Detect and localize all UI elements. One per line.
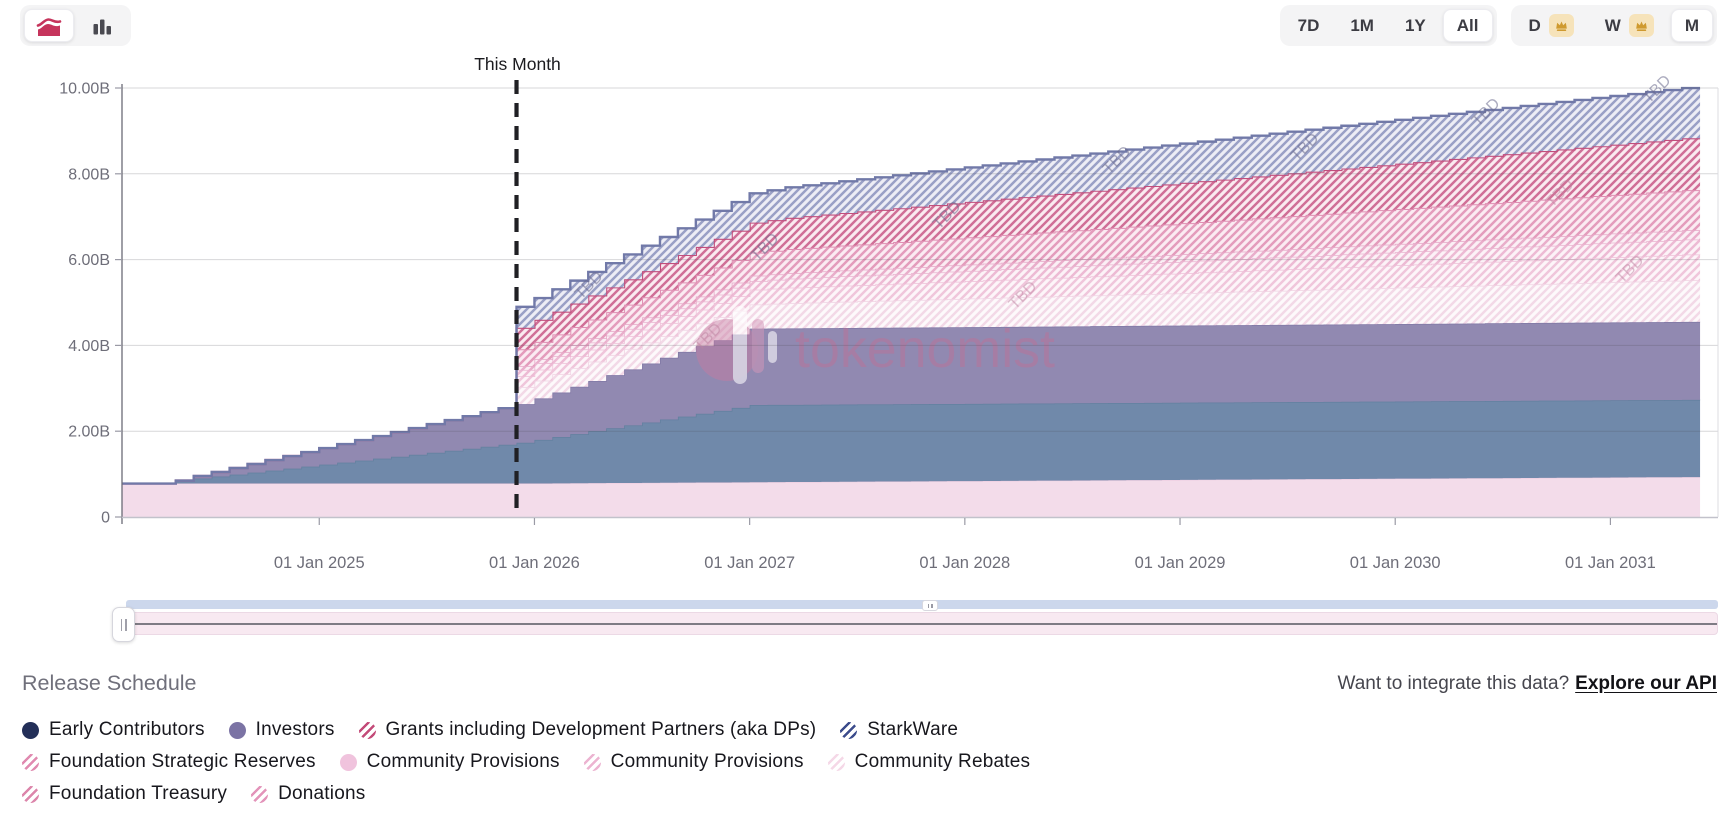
x-tick-label: 01 Jan 2029	[1135, 554, 1226, 572]
y-tick-label: 4.00B	[68, 338, 110, 355]
brush-mini-line	[123, 623, 1717, 625]
legend: Early Contributors Investors Grants includ…	[22, 719, 1030, 805]
legend-label: StarkWare	[867, 719, 958, 741]
foundation-treasury-swatch	[22, 786, 39, 803]
legend-label: Investors	[256, 719, 335, 741]
legend-item-community-provisions-solid[interactable]: Community Provisions	[340, 751, 560, 773]
community-provisions-hatched-swatch	[584, 754, 601, 771]
donations-swatch	[251, 786, 268, 803]
y-tick-label: 10.00B	[59, 81, 110, 98]
legend-item-community-rebates[interactable]: Community Rebates	[828, 751, 1031, 773]
investors-swatch	[229, 722, 246, 739]
legend-item-donations[interactable]: Donations	[251, 783, 365, 805]
y-tick-label: 0	[101, 510, 110, 527]
tokenomist-release-schedule-page: 7D1M1YAll DWM tokenomist TBDTBDTBDTBDTBD…	[0, 0, 1725, 821]
foundation-strategic-reserves-swatch	[22, 754, 39, 771]
legend-label: Donations	[278, 783, 365, 805]
x-tick-label: 01 Jan 2031	[1565, 554, 1656, 572]
legend-item-early-contributors[interactable]: Early Contributors	[22, 719, 205, 741]
section-title: Release Schedule	[22, 671, 197, 696]
y-tick-label: 6.00B	[68, 252, 110, 269]
x-tick-label: 01 Jan 2028	[919, 554, 1010, 572]
api-cta: Want to integrate this data?Explore our …	[1338, 673, 1717, 695]
legend-item-starkware[interactable]: StarkWare	[840, 719, 958, 741]
legend-label: Community Provisions	[367, 751, 560, 773]
explore-api-link[interactable]: Explore our API	[1575, 673, 1717, 694]
brush-center-grip[interactable]	[922, 600, 938, 611]
starkware-swatch	[840, 722, 857, 739]
x-tick-label: 01 Jan 2027	[704, 554, 795, 572]
legend-item-grants-dps[interactable]: Grants including Development Partners (a…	[359, 719, 817, 741]
legend-label: Early Contributors	[49, 719, 205, 741]
legend-item-community-provisions-hatched[interactable]: Community Provisions	[584, 751, 804, 773]
legend-row: Foundation Treasury Donations	[22, 783, 1030, 805]
legend-label: Grants including Development Partners (a…	[386, 719, 817, 741]
y-tick-label: 2.00B	[68, 424, 110, 441]
legend-row: Early Contributors Investors Grants includ…	[22, 719, 1030, 741]
y-tick-label: 8.00B	[68, 166, 110, 183]
api-cta-text: Want to integrate this data?	[1338, 673, 1570, 694]
legend-label: Foundation Treasury	[49, 783, 227, 805]
early-contributors-swatch	[22, 722, 39, 739]
stacked-areas	[122, 88, 1700, 517]
legend-label: Community Provisions	[611, 751, 804, 773]
legend-label: Foundation Strategic Reserves	[49, 751, 316, 773]
x-tick-label: 01 Jan 2025	[274, 554, 365, 572]
brush-left-handle[interactable]	[112, 607, 135, 642]
brush-track-bottom[interactable]	[122, 612, 1718, 635]
x-tick-label: 01 Jan 2030	[1350, 554, 1441, 572]
community-provisions-solid-swatch	[340, 754, 357, 771]
legend-item-foundation-treasury[interactable]: Foundation Treasury	[22, 783, 227, 805]
legend-item-investors[interactable]: Investors	[229, 719, 335, 741]
legend-item-foundation-strategic-reserves[interactable]: Foundation Strategic Reserves	[22, 751, 316, 773]
brush-track-top[interactable]	[126, 600, 1718, 609]
legend-row: Foundation Strategic Reserves Community P…	[22, 751, 1030, 773]
this-month-label: This Month	[474, 54, 561, 74]
watermark-text: tokenomist	[795, 319, 1055, 379]
release-schedule-chart[interactable]: tokenomist TBDTBDTBDTBDTBDTBDTBDTBDTBDTB…	[0, 0, 1725, 585]
grants-dps-swatch	[359, 722, 376, 739]
x-tick-label: 01 Jan 2026	[489, 554, 580, 572]
legend-label: Community Rebates	[855, 751, 1031, 773]
community-rebates-swatch	[828, 754, 845, 771]
